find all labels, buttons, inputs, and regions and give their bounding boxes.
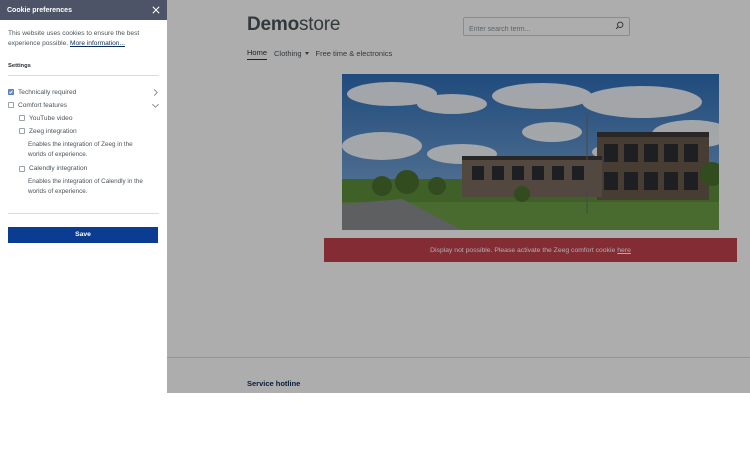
save-button[interactable]: Save — [8, 226, 158, 243]
technically-required-label: Technically required — [18, 88, 77, 96]
technically-required-row[interactable]: Technically required — [8, 89, 159, 96]
panel-title: Cookie preferences — [7, 6, 72, 14]
calendly-integration-checkbox[interactable] — [19, 165, 25, 172]
more-information-link[interactable]: More information... — [70, 40, 125, 47]
calendly-integration-group: Calendly integration — [19, 165, 159, 172]
cookie-description: This website uses cookies to ensure the … — [8, 29, 159, 49]
zeeg-integration-description: Enables the integration of Zeeg in the w… — [28, 140, 133, 158]
settings-heading: Settings — [8, 62, 31, 69]
youtube-video-option[interactable]: YouTube video — [19, 115, 159, 122]
youtube-video-group: YouTube video — [19, 115, 159, 122]
comfort-features-row[interactable]: Comfort features — [8, 102, 159, 109]
panel-header: Cookie preferences — [0, 0, 167, 20]
chevron-right-icon[interactable] — [152, 88, 159, 96]
zeeg-integration-option[interactable]: Zeeg integration — [19, 128, 159, 135]
calendly-integration-description: Enables the integration of Calendly in t… — [28, 178, 143, 196]
comfort-features-group: Comfort features — [8, 102, 67, 109]
comfort-features-checkbox[interactable] — [8, 102, 14, 109]
divider — [8, 74, 159, 76]
panel-body: This website uses cookies to ensure the … — [0, 20, 167, 243]
checkmark-icon — [9, 90, 13, 94]
zeeg-integration-label: Zeeg integration — [29, 127, 77, 135]
technically-required-group: Technically required — [8, 89, 76, 96]
technically-required-checkbox[interactable] — [8, 89, 14, 96]
zeeg-integration-checkbox[interactable] — [19, 128, 25, 135]
calendly-integration-option[interactable]: Calendly integration — [19, 165, 159, 172]
cookie-preferences-panel: Cookie preferences This website uses coo… — [0, 0, 167, 393]
zeeg-integration-group: Zeeg integration — [19, 128, 159, 135]
youtube-video-checkbox[interactable] — [19, 115, 25, 122]
chevron-down-icon[interactable] — [152, 102, 159, 109]
comfort-features-label: Comfort features — [18, 101, 68, 109]
divider — [8, 212, 159, 214]
calendly-integration-label: Calendly integration — [29, 165, 88, 173]
youtube-video-label: YouTube video — [29, 114, 73, 122]
close-icon[interactable] — [152, 6, 160, 14]
